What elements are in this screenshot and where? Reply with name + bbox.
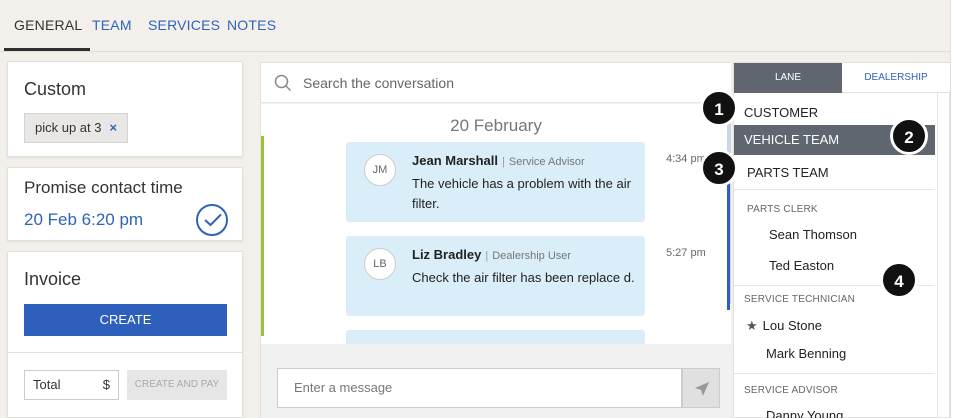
create-and-pay-button[interactable]: CREATE AND PAY [127, 370, 227, 400]
message-composer: Enter a message [261, 345, 731, 418]
invoice-card: Invoice CREATE Total $ CREATE AND PAY [7, 251, 243, 418]
message-time: 5:27 pm [666, 247, 706, 259]
parts-clerk-label: PARTS CLERK [747, 204, 818, 215]
tab-dealership[interactable]: DEALERSHIP [842, 63, 950, 93]
member-ted-easton[interactable]: Ted Easton [769, 258, 834, 273]
sender-name: Liz Bradley [412, 247, 482, 262]
callout-3: 3 [701, 150, 737, 186]
service-technician-label: SERVICE TECHNICIAN [744, 294, 856, 305]
conversation-search[interactable]: Search the conversation [261, 63, 731, 103]
tab-notes[interactable]: NOTES [227, 17, 276, 33]
message-text: Check the air filter has been replace d. [412, 270, 635, 285]
avatar: LB [364, 248, 396, 280]
create-invoice-button[interactable]: CREATE [24, 304, 227, 336]
send-icon [695, 382, 709, 396]
search-placeholder: Search the conversation [303, 75, 454, 91]
member-sean-thomson[interactable]: Sean Thomson [769, 227, 857, 242]
callout-1: 1 [701, 90, 737, 126]
remove-tag-icon[interactable]: × [110, 120, 118, 135]
message-bubble: JM Jean Marshall | Service Advisor The veh… [346, 142, 645, 222]
total-placeholder: Total [33, 377, 61, 392]
divider [734, 373, 935, 374]
member-mark-benning[interactable]: Mark Benning [766, 346, 846, 361]
divider [734, 189, 935, 190]
tab-team[interactable]: TEAM [92, 17, 132, 33]
custom-title: Custom [24, 79, 87, 99]
tab-general[interactable]: GENERAL [3, 17, 91, 51]
promise-contact-card: Promise contact time 20 Feb 6:20 pm [7, 167, 243, 241]
currency-symbol: $ [102, 377, 110, 392]
callout-4: 4 [881, 262, 917, 298]
send-button[interactable] [682, 368, 720, 408]
service-advisor-label: SERVICE ADVISOR [744, 385, 838, 396]
callout-2: 2 [891, 118, 927, 154]
role-separator: | [485, 250, 489, 262]
custom-card: Custom pick up at 3 × [7, 61, 243, 157]
search-icon [274, 74, 292, 92]
tab-lane[interactable]: LANE [734, 63, 842, 93]
avatar: JM [364, 154, 396, 186]
right-edge-strip [950, 0, 958, 418]
message-list[interactable]: 20 February JM Jean Marshall | Service Adv… [261, 104, 731, 344]
sender-role: Dealership User [492, 250, 572, 262]
member-name: Lou Stone [762, 318, 822, 333]
message-sender: Liz Bradley | Dealership User [412, 247, 571, 262]
parts-team-row[interactable]: PARTS TEAM [734, 165, 935, 180]
message-bubble: LB Liz Bradley | Dealership User Check the… [346, 236, 645, 316]
custom-tag: pick up at 3 × [24, 113, 129, 143]
sender-role: Service Advisor [508, 156, 585, 168]
message-input[interactable]: Enter a message [277, 368, 682, 408]
panel-scrollbar[interactable] [937, 93, 938, 418]
tab-services[interactable]: SERVICES [148, 17, 220, 33]
confirm-check-icon[interactable] [196, 204, 228, 236]
custom-tag-label: pick up at 3 [35, 120, 102, 135]
message-sender: Jean Marshall | Service Advisor [412, 153, 585, 168]
unread-marker [261, 136, 264, 336]
message-time: 4:34 pm [666, 153, 706, 165]
total-input[interactable]: Total $ [24, 370, 119, 400]
message-text: The vehicle has a problem with the air f… [412, 176, 631, 211]
promise-title: Promise contact time [24, 178, 183, 197]
member-danny-young[interactable]: Danny Young [766, 408, 843, 418]
invoice-title: Invoice [24, 269, 82, 289]
star-icon: ★ [746, 318, 758, 333]
sender-name: Jean Marshall [412, 153, 498, 168]
message-bubble-partial [346, 330, 645, 344]
conversation-panel: Search the conversation 20 February JM J… [260, 62, 731, 418]
team-panel: LANE DEALERSHIP CUSTOMER VEHICLE TEAM PA… [733, 62, 950, 418]
date-header: 20 February [450, 116, 542, 135]
role-separator: | [502, 156, 505, 168]
top-tab-bar: GENERAL TEAM SERVICES NOTES [0, 0, 950, 52]
invoice-divider [8, 352, 242, 353]
promise-time-value[interactable]: 20 Feb 6:20 pm [24, 210, 143, 230]
member-lou-stone[interactable]: ★ Lou Stone [746, 318, 822, 334]
